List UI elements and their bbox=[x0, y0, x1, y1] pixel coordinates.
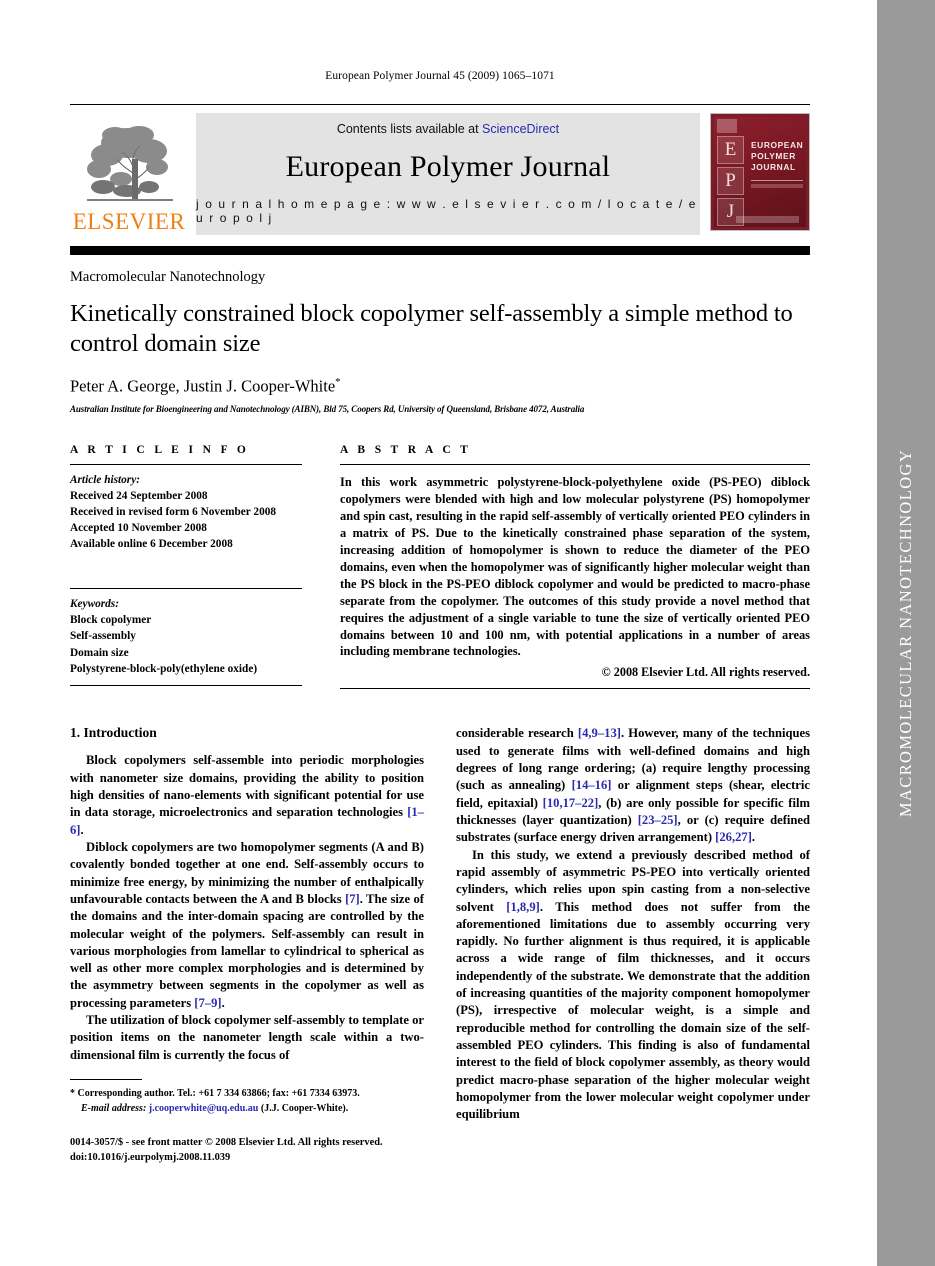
paragraph: In this study, we extend a previously de… bbox=[456, 847, 810, 1122]
keywords-label: Keywords: bbox=[70, 598, 119, 611]
masthead-center-panel: Contents lists available at ScienceDirec… bbox=[196, 113, 700, 235]
running-head: European Polymer Journal 45 (2009) 1065–… bbox=[325, 70, 555, 82]
keyword-item: Self-assembly bbox=[70, 630, 136, 643]
footnote-text: Corresponding author. Tel.: +61 7 334 63… bbox=[77, 1088, 360, 1100]
paragraph: considerable research [4,9–13]. However,… bbox=[456, 726, 810, 845]
issn-line-2: doi:10.1016/j.eurpolymj.2008.11.039 bbox=[70, 1152, 231, 1164]
keywords-divider-top bbox=[70, 588, 302, 590]
section-label: Macromolecular Nanotechnology bbox=[70, 269, 266, 285]
keyword-item: Block copolymer bbox=[70, 614, 152, 627]
cover-badge-icon bbox=[717, 119, 737, 133]
paragraph: Diblock copolymers are two homopolymer s… bbox=[70, 839, 424, 1010]
history-item: Available online 6 December 2008 bbox=[70, 538, 233, 551]
history-item: Received in revised form 6 November 2008 bbox=[70, 506, 277, 519]
citation-link[interactable]: [10,17–22] bbox=[543, 796, 599, 810]
body-columns: 1. Introduction Block copolymers self-as… bbox=[70, 725, 810, 1165]
introduction-heading: 1. Introduction bbox=[70, 725, 157, 741]
cover-subtitle-block bbox=[751, 184, 803, 188]
citation-link[interactable]: [7] bbox=[345, 892, 360, 906]
citation-link[interactable]: [26,27] bbox=[715, 830, 752, 844]
sciencedirect-link[interactable]: ScienceDirect bbox=[482, 122, 559, 136]
elsevier-logo: ELSEVIER bbox=[70, 113, 188, 235]
keyword-item: Domain size bbox=[70, 646, 129, 659]
journal-masthead: ELSEVIER Contents lists available at Sci… bbox=[70, 104, 810, 235]
cover-letter-stack: E P J bbox=[717, 136, 744, 226]
journal-cover-thumbnail: E P J EUROPEAN POLYMER JOURNAL bbox=[710, 113, 810, 231]
email-link[interactable]: j.cooperwhite@uq.edu.au bbox=[149, 1103, 259, 1114]
cover-title: EUROPEAN POLYMER JOURNAL bbox=[751, 140, 804, 172]
abstract-text: In this work asymmetric polystyrene-bloc… bbox=[340, 475, 810, 659]
email-owner: (J.J. Cooper-White). bbox=[260, 1103, 349, 1115]
citation-link[interactable]: [4,9–13] bbox=[578, 726, 621, 740]
contents-prefix: Contents lists available at bbox=[336, 122, 483, 136]
issn-block: 0014-3057/$ - see front matter © 2008 El… bbox=[70, 1135, 424, 1165]
article-history-block: Article history: Received 24 September 2… bbox=[70, 472, 302, 552]
side-band-label: MACROMOLECULAR NANOTECHNOLOGY bbox=[896, 448, 915, 818]
masthead-black-bar bbox=[70, 246, 810, 255]
journal-title: European Polymer Journal bbox=[285, 149, 611, 183]
corresponding-author-marker: * bbox=[335, 375, 341, 388]
author-list: Peter A. George, Justin J. Cooper-White* bbox=[70, 376, 810, 397]
info-abstract-region: A R T I C L E I N F O Article history: R… bbox=[70, 444, 810, 690]
citation-link[interactable]: [23–25] bbox=[638, 813, 678, 827]
page-content: European Polymer Journal 45 (2009) 1065–… bbox=[70, 0, 810, 1165]
paper-page: European Polymer Journal 45 (2009) 1065–… bbox=[0, 0, 877, 1266]
cover-footer-block bbox=[736, 216, 799, 223]
elsevier-wordmark: ELSEVIER bbox=[72, 209, 186, 234]
cover-letter-e: E bbox=[717, 136, 744, 164]
abstract-column: A B S T R A C T In this work asymmetric … bbox=[340, 444, 810, 690]
email-label: E-mail address: bbox=[81, 1103, 147, 1115]
citation-link[interactable]: [7–9] bbox=[194, 996, 221, 1010]
page-title: Kinetically constrained block copolymer … bbox=[70, 300, 793, 357]
cover-rule bbox=[751, 180, 803, 181]
abstract-divider-top bbox=[340, 464, 810, 466]
contents-available-line: Contents lists available at ScienceDirec… bbox=[337, 122, 559, 136]
footnote-rule bbox=[70, 1079, 142, 1081]
article-info-divider-top bbox=[70, 464, 302, 466]
citation-link[interactable]: [1,8,9] bbox=[506, 900, 540, 914]
body-column-left: 1. Introduction Block copolymers self-as… bbox=[70, 725, 424, 1165]
keyword-item: Polystyrene-block-poly(ethylene oxide) bbox=[70, 662, 258, 675]
journal-homepage-line[interactable]: j o u r n a l h o m e p a g e : w w w . … bbox=[196, 197, 700, 225]
body-column-right: considerable research [4,9–13]. However,… bbox=[456, 725, 810, 1165]
paragraph: Block copolymers self-assemble into peri… bbox=[70, 753, 424, 837]
paragraph: The utilization of block copolymer self-… bbox=[70, 1013, 424, 1062]
corresponding-author-footnote: * Corresponding author. Tel.: +61 7 334 … bbox=[70, 1086, 424, 1116]
side-band: MACROMOLECULAR NANOTECHNOLOGY bbox=[877, 0, 935, 1266]
citation-link[interactable]: [1–6] bbox=[70, 805, 424, 836]
abstract-heading: A B S T R A C T bbox=[340, 444, 472, 457]
keywords-divider-bottom bbox=[70, 684, 302, 686]
author-names: Peter A. George, Justin J. Cooper-White bbox=[70, 376, 336, 396]
footnote-marker: * bbox=[70, 1088, 75, 1100]
article-info-column: A R T I C L E I N F O Article history: R… bbox=[70, 444, 302, 689]
citation-link[interactable]: [14–16] bbox=[572, 778, 612, 792]
cover-letter-p: P bbox=[717, 167, 744, 195]
history-item: Accepted 10 November 2008 bbox=[70, 522, 207, 535]
issn-line-1: 0014-3057/$ - see front matter © 2008 El… bbox=[70, 1137, 383, 1149]
keywords-block: Keywords: Block copolymer Self-assembly … bbox=[70, 588, 302, 686]
affiliation: Australian Institute for Bioengineering … bbox=[70, 404, 585, 415]
elsevier-tree-icon bbox=[87, 126, 173, 201]
abstract-copyright: © 2008 Elsevier Ltd. All rights reserved… bbox=[601, 665, 810, 680]
abstract-divider-bottom bbox=[340, 688, 810, 690]
history-item: Received 24 September 2008 bbox=[70, 490, 208, 503]
keywords-list: Keywords: Block copolymer Self-assembly … bbox=[70, 596, 302, 676]
article-history-label: Article history: bbox=[70, 474, 140, 487]
article-info-heading: A R T I C L E I N F O bbox=[70, 444, 250, 457]
